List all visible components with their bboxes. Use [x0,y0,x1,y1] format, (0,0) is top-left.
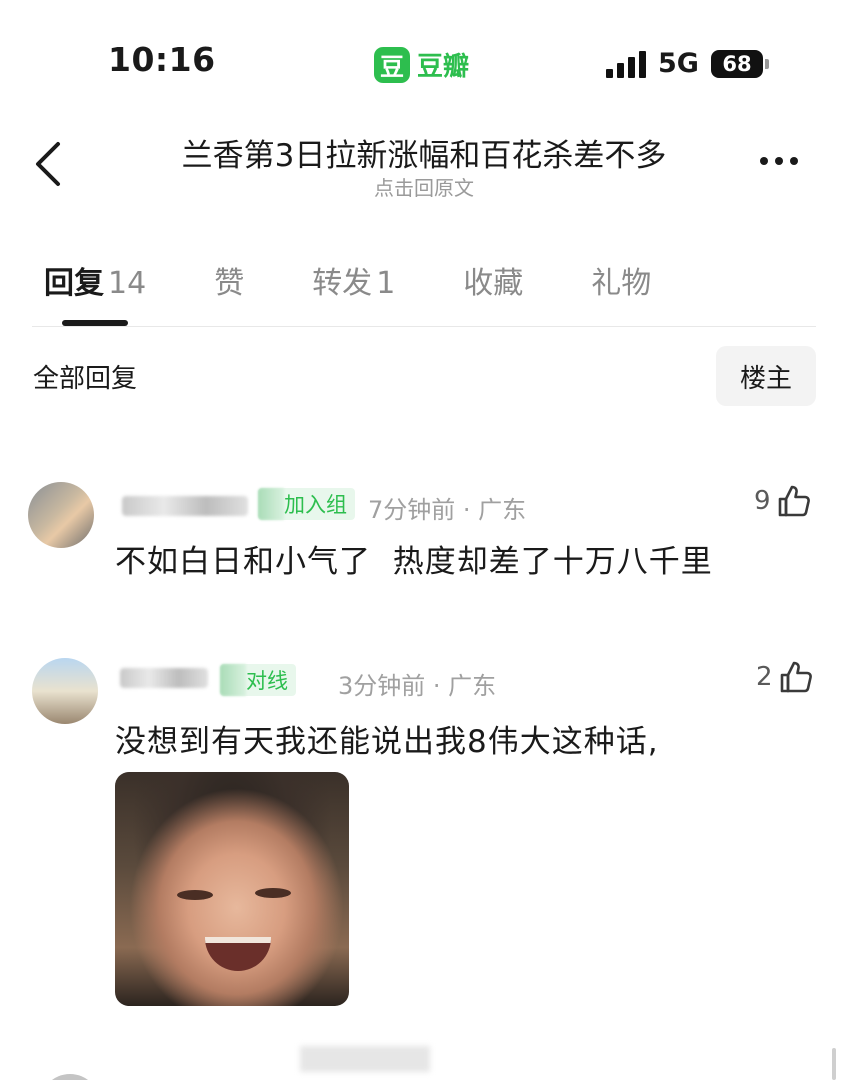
group-badge-label: 对线 [246,669,288,693]
comment-image[interactable] [115,772,349,1006]
tab-gifts-label: 礼物 [591,266,652,301]
comment-time: 7分钟前 [368,496,456,524]
douban-logo-icon: 豆 [374,46,410,83]
like-count: 2 [756,662,773,692]
group-badge: 对线 [220,664,296,696]
status-app-name: 豆瓣 [417,52,470,82]
scrollbar[interactable] [832,1048,836,1080]
back-to-original-link[interactable]: 点击回原文 [0,172,848,201]
like-button[interactable]: 9 [754,484,811,518]
comment-location: 广东 [478,496,527,524]
avatar[interactable] [40,1074,100,1080]
network-type: 5G [658,48,699,79]
comment-text: 不如白日和小气了 热度却差了十万八千里 [115,544,713,580]
comment-location: 广东 [448,672,497,700]
comment-meta: 7分钟前 · 广东 [368,496,527,524]
tabs-divider [32,326,816,327]
more-button[interactable] [760,157,805,165]
tab-replies-label: 回复 [44,266,104,301]
comment-meta: 3分钟前 · 广东 [338,672,497,700]
thumbs-up-icon [778,485,810,517]
tab-replies[interactable]: 回复 14 [44,258,146,302]
post-title: 兰香第3日拉新涨幅和百花杀差不多 [181,138,667,174]
username-redacted[interactable] [120,668,208,688]
username-redacted[interactable] [122,496,248,516]
op-only-button[interactable]: 楼主 [716,346,816,406]
like-count: 9 [754,486,771,516]
status-app-indicator: 豆 豆瓣 [374,46,469,83]
battery-icon: 68 [710,49,769,78]
tab-reposts-label: 转发 [312,266,373,301]
avatar[interactable] [28,482,94,548]
status-time: 10:16 [108,40,216,79]
tab-reposts[interactable]: 转发 1 [312,258,395,302]
signal-icon [606,50,650,78]
comment-text: 没想到有天我还能说出我8伟大这种话, [115,724,659,760]
battery-level: 68 [710,49,763,78]
group-badge-label: 加入组 [284,493,347,517]
tab-reposts-count: 1 [376,266,396,301]
tab-collections[interactable]: 收藏 [463,258,523,302]
username-redacted [300,1046,430,1072]
avatar[interactable] [32,658,98,724]
tab-collections-label: 收藏 [463,266,524,301]
more-dots-icon [760,157,768,165]
tab-likes-label: 赞 [214,266,245,301]
tab-gifts[interactable]: 礼物 [591,258,651,302]
post-replies-screen: 10:16 豆 豆瓣 5G 68 兰香第3日拉新涨幅和百花杀差不多 点击回原文 … [0,0,848,1080]
group-badge: 加入组 [258,488,355,520]
reply-tabs: 回复 14 赞 转发 1 收藏 礼物 [44,258,651,302]
status-indicators: 5G 68 [606,48,769,79]
tab-likes[interactable]: 赞 [214,258,244,302]
thumbs-up-icon [780,661,812,693]
like-button[interactable]: 2 [756,660,813,694]
comment-time: 3分钟前 [338,672,426,700]
all-replies-label: 全部回复 [33,364,138,394]
tab-replies-count: 14 [108,266,147,301]
